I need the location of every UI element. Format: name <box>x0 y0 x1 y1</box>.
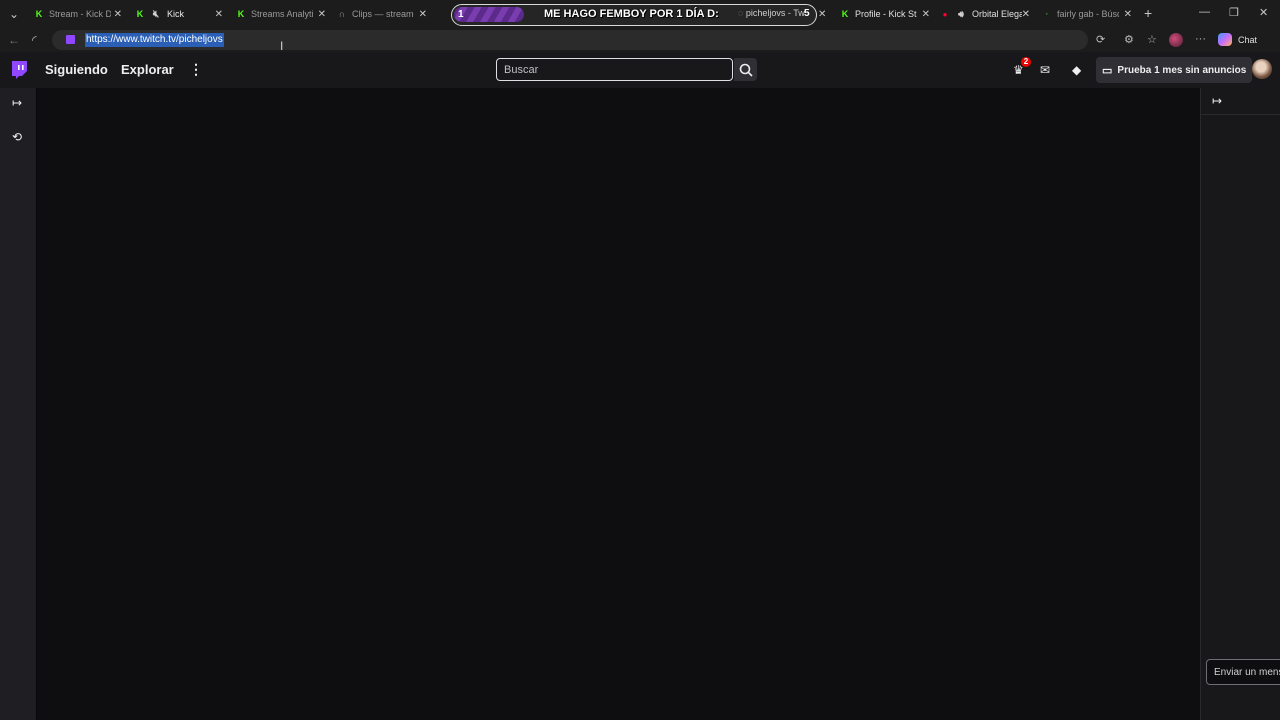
nav-browse-link[interactable]: Explorar <box>121 62 174 77</box>
whispers-mail-icon[interactable]: ✉ <box>1040 63 1050 77</box>
tab-title: Stream - Kick Da <box>49 9 111 19</box>
twitch-top-nav: Siguiendo Explorar ⋮ ♛ 2 ✉ ◆ ▭ Prueba 1 … <box>0 52 1280 89</box>
expand-sidebar-icon[interactable]: ↦ <box>12 96 22 110</box>
chat-panel: ↦ <box>1200 88 1280 720</box>
audio-playing-icon[interactable]: 🔊︎ <box>955 9 967 19</box>
kick-icon: K <box>35 9 43 19</box>
tab-close-icon[interactable]: ✕ <box>1022 9 1030 20</box>
search-button[interactable] <box>734 58 757 81</box>
active-tab-title[interactable]: ◌ picheljovs - Tw <box>738 8 805 18</box>
search-box <box>496 58 733 81</box>
search-icon: · <box>1045 9 1049 19</box>
browser-tab[interactable]: ∩ Clips — streamer ✕ <box>337 3 427 25</box>
copilot-chat-label[interactable]: Chat <box>1238 35 1257 45</box>
nav-following-link[interactable]: Siguiendo <box>45 62 108 77</box>
notification-badge: 2 <box>1021 57 1031 67</box>
loading-spinner-icon[interactable]: ◜ <box>32 33 37 47</box>
back-arrow-icon[interactable]: ← <box>8 33 20 47</box>
user-avatar[interactable] <box>1252 59 1272 79</box>
headphones-icon: ∩ <box>338 9 346 19</box>
tab-title: Streams Analytic <box>251 9 313 19</box>
browser-tab[interactable]: K Stream - Kick Da ✕ <box>34 3 122 25</box>
extension-icon[interactable]: ⟳ <box>1096 33 1105 46</box>
extensions-puzzle-icon[interactable]: ⚙ <box>1124 33 1134 46</box>
restore-icon[interactable]: ❐ <box>1229 6 1239 19</box>
tab-close-icon[interactable]: ✕ <box>1124 9 1132 20</box>
copilot-icon[interactable] <box>1218 33 1232 46</box>
tab-title: Kick <box>167 9 185 19</box>
left-sidebar: ↦ ⟲ <box>0 88 37 720</box>
tab-close-icon[interactable]: ✕ <box>318 9 326 20</box>
text-cursor-icon: I <box>280 39 284 53</box>
tab-close-icon[interactable]: ✕ <box>114 9 122 20</box>
more-options-icon[interactable]: ··· <box>1195 33 1206 45</box>
youtube-icon: ● <box>942 9 948 19</box>
tab-group-count: 5 <box>804 8 810 19</box>
browser-tab[interactable]: K Streams Analytic ✕ <box>236 3 326 25</box>
tab-title: Profile - Kick Stre <box>855 9 917 19</box>
bits-gem-icon[interactable]: ◆ <box>1072 63 1081 77</box>
kick-icon: K <box>841 9 849 19</box>
stream-player-area[interactable] <box>37 88 1200 720</box>
search-icon <box>739 63 753 77</box>
tab-group-label[interactable]: 1 <box>454 7 524 22</box>
twitch-icon <box>66 35 75 44</box>
tab-close-icon[interactable]: ✕ <box>818 3 830 25</box>
browser-profile-avatar[interactable] <box>1169 33 1183 47</box>
more-menu-icon[interactable]: ⋮ <box>189 61 203 78</box>
address-bar[interactable]: https://www.twitch.tv/picheljovs <box>52 30 1088 50</box>
tab-close-icon[interactable]: ✕ <box>922 9 930 20</box>
tab-title: Clips — streamer <box>352 9 414 19</box>
loading-icon: ◌ <box>738 8 746 18</box>
browser-toolbar: ← ◜ https://www.twitch.tv/picheljovs <box>0 28 1280 52</box>
collapse-chat-icon[interactable]: ↦ <box>1212 94 1222 108</box>
kick-icon: K <box>136 9 144 19</box>
chat-header: ↦ <box>1201 88 1280 115</box>
kick-icon: K <box>237 9 245 19</box>
tab-actions-chevron-icon[interactable]: ⌄ <box>0 0 28 28</box>
chat-input-box <box>1206 659 1280 685</box>
twitch-logo-icon[interactable] <box>11 61 27 79</box>
browser-tab[interactable]: · fairly gab - Búsq ✕ <box>1042 3 1133 25</box>
close-window-icon[interactable]: ✕ <box>1259 6 1268 19</box>
turbo-label: Prueba 1 mes sin anuncios <box>1117 64 1247 76</box>
new-tab-plus-icon[interactable]: + <box>1144 6 1152 20</box>
turbo-trial-button[interactable]: ▭ Prueba 1 mes sin anuncios <box>1096 57 1253 83</box>
browser-tab[interactable]: K 🔇︎ Kick ✕ <box>135 3 223 25</box>
tab-group[interactable]: 1 ME HAGO FEMBOY POR 1 DÍA D: ◌ picheljo… <box>451 4 817 26</box>
recommended-refresh-icon[interactable]: ⟲ <box>12 130 22 144</box>
muted-speaker-icon[interactable]: 🔇︎ <box>150 9 162 20</box>
tab-title: fairly gab - Búsq <box>1057 9 1119 19</box>
stream-title-banner: ME HAGO FEMBOY POR 1 DÍA D: <box>544 8 719 20</box>
browser-tab[interactable]: K Profile - Kick Stre ✕ <box>840 3 930 25</box>
favorites-star-icon[interactable]: ☆ <box>1147 33 1157 46</box>
chat-message-input[interactable] <box>1207 660 1280 684</box>
browser-tab[interactable]: ● 🔊︎ Orbital Elega ✕ <box>940 3 1030 25</box>
tv-icon: ▭ <box>1102 64 1113 77</box>
url-text[interactable]: https://www.twitch.tv/picheljovs <box>85 33 224 47</box>
tab-title: Orbital Elega <box>972 9 1022 19</box>
minimize-icon[interactable]: — <box>1199 6 1210 18</box>
search-input[interactable] <box>497 59 732 80</box>
tab-close-icon[interactable]: ✕ <box>215 9 223 20</box>
tab-close-icon[interactable]: ✕ <box>419 9 427 20</box>
